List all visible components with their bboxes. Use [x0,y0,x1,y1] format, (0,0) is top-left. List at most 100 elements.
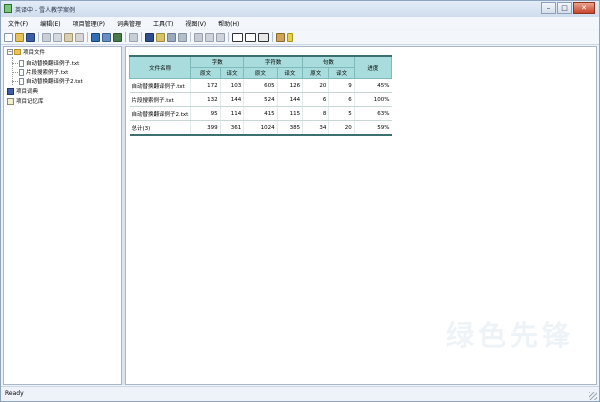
toolbar-separator [228,32,229,42]
toolbar-separator [272,32,273,42]
words-source-cell: 132 [190,92,221,107]
progress-cell: 59% [353,120,392,136]
prev-icon[interactable] [205,32,214,42]
table-row[interactable]: 自动替换翻译例子.txt 172 103 605 126 20 9 45% [129,78,392,93]
words-source-cell: 172 [190,78,221,93]
header-target: 译文 [328,67,355,79]
title-bar: 英译中 - 雪人教学案例 – □ ✕ [1,1,599,17]
view-mode-3-icon[interactable] [258,32,269,42]
tree-item-file[interactable]: 自动替换翻译例子2.txt [19,77,83,85]
words-target-cell: 361 [219,120,244,136]
collapse-toggle-icon[interactable]: − [7,49,13,55]
resize-grip-icon[interactable] [589,392,597,400]
maximize-button[interactable]: □ [557,2,572,14]
progress-cell: 45% [353,78,392,93]
header-file-name: 文件名称 [128,55,192,79]
project-icon[interactable] [91,32,100,42]
file-icon [19,68,24,76]
total-label-cell: 总计(3) [129,120,191,136]
statistics-table: 文件名称 字数 字符数 句数 进度 原文 译文 原文 译文 原文 译文 自动替换 [128,55,393,136]
menu-tools[interactable]: 工具(T) [146,19,178,28]
sentences-target-cell: 9 [328,78,355,93]
chars-source-cell: 605 [243,78,278,93]
open-icon[interactable] [15,32,24,42]
sentences-source-cell: 8 [302,106,329,121]
sentences-target-cell: 20 [328,120,355,136]
header-target: 译文 [219,67,245,79]
copy-icon[interactable] [53,32,62,42]
tree-item-label: 片段搜索例子.txt [26,70,69,76]
chars-target-cell: 144 [276,92,303,107]
view-mode-2-icon[interactable] [245,32,256,42]
table-total-row: 总计(3) 399 361 1024 385 34 20 59% [129,120,392,136]
statistics-pane: 文件名称 字数 字符数 句数 进度 原文 译文 原文 译文 原文 译文 自动替换 [125,46,597,385]
tree-item-label: 项目记忆库 [16,99,44,105]
home-icon[interactable] [276,32,285,42]
sentences-source-cell: 20 [302,78,329,93]
window-title: 英译中 - 雪人教学案例 [15,7,75,14]
view-mode-1-icon[interactable] [232,32,243,42]
chars-source-cell: 524 [243,92,278,107]
file-icon [19,59,24,67]
menu-view[interactable]: 视图(V) [178,19,211,28]
header-sentences: 句数 [302,55,355,68]
status-bar: Ready [1,386,599,401]
toolbar-separator [190,32,191,42]
stats-icon[interactable] [129,32,138,42]
table-row[interactable]: 片段搜索例子.txt 132 144 524 144 6 6 100% [129,92,392,107]
file-name-cell: 片段搜索例子.txt [129,92,191,107]
memory-icon[interactable] [156,32,165,42]
toolbar-separator [38,32,39,42]
tree-item-project-files[interactable]: − 项目文件 [7,48,45,56]
tree-item-label: 项目词典 [16,89,39,95]
cut-icon[interactable] [42,32,51,42]
tree-connector [12,81,18,82]
progress-cell: 63% [353,106,392,121]
next-icon[interactable] [216,32,225,42]
translate-icon[interactable] [194,32,203,42]
import-icon[interactable] [102,32,111,42]
header-progress: 进度 [353,55,393,79]
file-name-cell: 自动替换翻译例子2.txt [129,106,191,121]
paste-icon[interactable] [64,32,73,42]
sentences-source-cell: 34 [302,120,329,136]
tree-item-label: 自动替换翻译例子2.txt [26,79,83,85]
tree-item-file[interactable]: 片段搜索例子.txt [19,68,68,76]
close-button[interactable]: ✕ [573,2,595,14]
sentences-target-cell: 6 [328,92,355,107]
memory-icon [7,97,14,105]
words-source-cell: 399 [190,120,221,136]
tree-item-memory[interactable]: 项目记忆库 [7,97,44,105]
help-icon[interactable] [287,32,293,42]
search-icon[interactable] [167,32,176,42]
menu-dictionary[interactable]: 词典管理 [110,19,146,28]
tree-item-file[interactable]: 自动替换翻译例子.txt [19,59,79,67]
menu-help[interactable]: 帮助(H) [211,19,244,28]
tree-item-label: 自动替换翻译例子.txt [26,61,80,67]
toolbar-separator [141,32,142,42]
menu-edit[interactable]: 编辑(E) [33,19,65,28]
table-row[interactable]: 自动替换翻译例子2.txt 95 114 415 115 8 5 63% [129,106,392,121]
sentences-target-cell: 5 [328,106,355,121]
header-target: 译文 [276,67,304,79]
menu-project[interactable]: 项目管理(P) [66,19,110,28]
new-icon[interactable] [4,32,13,42]
file-icon [19,77,24,85]
folder-icon [14,49,21,55]
words-target-cell: 144 [219,92,244,107]
export-icon[interactable] [113,32,122,42]
chars-source-cell: 415 [243,106,278,121]
header-source: 原文 [302,67,330,79]
tree-item-dictionary[interactable]: 项目词典 [7,87,38,95]
dictionary-icon[interactable] [145,32,154,42]
window-controls: – □ ✕ [540,2,595,15]
replace-icon[interactable] [178,32,187,42]
minimize-button[interactable]: – [541,2,556,14]
chars-target-cell: 385 [276,120,303,136]
dictionary-icon [7,87,14,95]
watermark: 绿色先锋 [445,319,574,352]
save-icon[interactable] [26,32,35,42]
delete-icon[interactable] [75,32,84,42]
header-chars: 字符数 [243,55,304,68]
menu-file[interactable]: 文件(F) [1,19,33,28]
